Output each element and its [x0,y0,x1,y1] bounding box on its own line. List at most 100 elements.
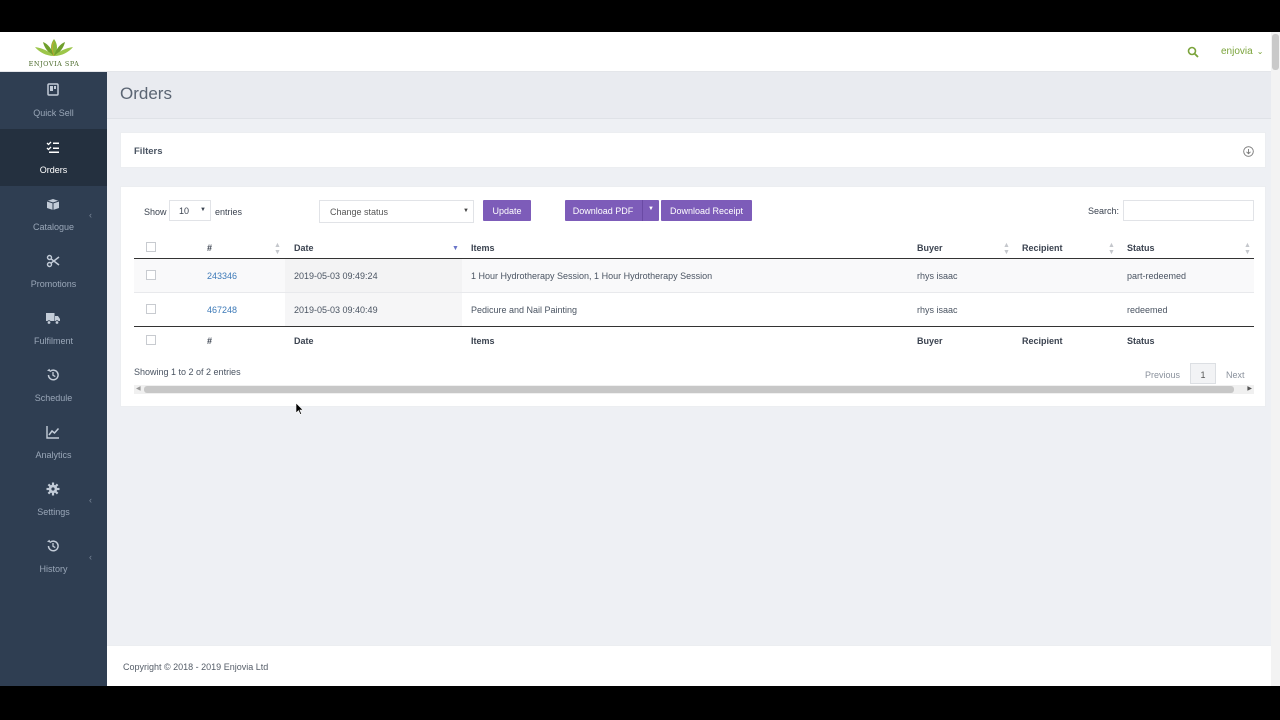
page-size-select[interactable]: 10 ▼ [169,200,211,221]
pagination-previous[interactable]: Previous [1145,370,1180,380]
order-status: redeemed [1127,305,1168,315]
sidebar-item-quick-sell[interactable]: Quick Sell [0,72,107,129]
pagination-page[interactable]: 1 [1190,363,1216,384]
sidebar-item-label: Catalogue [32,222,75,232]
user-menu[interactable]: enjovia ⌄ [1221,46,1263,57]
pagination-next[interactable]: Next [1226,370,1245,380]
column-header-buyer[interactable]: Buyer [917,243,943,253]
sidebar-item-settings[interactable]: Settings ‹ [0,471,107,528]
column-header-status[interactable]: Status [1127,243,1155,253]
filters-title: Filters [134,146,163,157]
order-date: 2019-05-03 09:40:49 [294,305,378,315]
order-buyer: rhys isaac [917,305,958,315]
sidebar-item-analytics[interactable]: Analytics [0,414,107,471]
order-id-link[interactable]: 467248 [207,305,237,315]
copyright-text: Copyright © 2018 - 2019 Enjovia Ltd [123,662,269,672]
update-button[interactable]: Update [483,200,531,221]
enjovia-spa-logo[interactable]: ENJOVIA SPA [26,36,82,70]
select-all-checkbox[interactable] [146,335,156,345]
table-header-row: # ▲ ▼ Date ▼ Items Buyer ▲ ▼ Recipient ▲ ▼ … [134,234,1254,259]
caret-down-icon[interactable]: ▼ [642,200,659,221]
download-pdf-button[interactable]: Download PDF ▼ [565,200,659,221]
box-icon [46,199,60,210]
sort-icon[interactable]: ▲ ▼ [1003,242,1010,256]
search-input[interactable] [1123,200,1254,221]
column-footer-recipient: Recipient [1022,336,1063,346]
chevron-left-icon: ‹ [89,552,92,562]
column-header-id[interactable]: # [207,243,212,253]
column-footer-id: # [207,336,213,346]
search-icon[interactable] [1187,46,1199,58]
sort-icon[interactable]: ▲ ▼ [1108,242,1115,256]
sort-icon[interactable]: ▲ ▼ [274,242,281,256]
expand-circle-icon[interactable] [1243,146,1254,157]
sidebar-item-fulfilment[interactable]: Fulfilment [0,300,107,357]
download-receipt-button[interactable]: Download Receipt [661,200,752,221]
lotus-logo-icon [35,39,73,57]
scroll-left-icon[interactable]: ◀ [136,385,141,392]
column-footer-buyer: Buyer [917,336,943,346]
sidebar-item-promotions[interactable]: Promotions [0,243,107,300]
scroll-right-icon[interactable]: ▶ [1247,385,1252,392]
top-bar: ENJOVIA SPA enjovia ⌄ [0,32,1280,72]
column-header-date[interactable]: Date [294,243,314,253]
sort-icon[interactable]: ▲ ▼ [1244,242,1251,256]
select-all-checkbox[interactable] [146,242,156,252]
chevron-left-icon: ‹ [89,210,92,220]
sidebar: Quick Sell Orders Catalogue ‹ Promotions… [0,72,107,686]
order-status: part-redeemed [1127,271,1187,281]
show-label: Show [144,207,167,217]
scrollbar-thumb[interactable] [1272,34,1279,70]
filters-panel[interactable]: Filters [120,132,1266,168]
sidebar-item-catalogue[interactable]: Catalogue ‹ [0,186,107,243]
sidebar-item-label: History [39,564,68,574]
download-pdf-label: Download PDF [572,206,634,216]
page-footer: Copyright © 2018 - 2019 Enjovia Ltd [107,645,1271,686]
order-id-link[interactable]: 243346 [207,271,237,281]
sort-desc-icon[interactable]: ▼ [452,245,459,252]
sidebar-item-label: Quick Sell [33,108,74,118]
table-horizontal-scrollbar[interactable]: ◀ ▶ [134,385,1254,394]
caret-down-icon: ▼ [463,208,469,214]
column-header-items: Items [471,243,495,253]
table-footer-row: # Date Items Buyer Recipient Status [134,327,1254,357]
sidebar-item-history[interactable]: History ‹ [0,528,107,585]
scissors-icon [46,254,60,268]
change-status-value: Change status [330,207,389,217]
row-checkbox[interactable] [146,270,156,280]
history-icon [47,368,59,381]
scrollbar-thumb[interactable] [144,386,1234,393]
sidebar-item-label: Orders [39,165,68,175]
sidebar-item-label: Promotions [30,279,77,289]
row-checkbox[interactable] [146,304,156,314]
table-row[interactable]: 243346 2019-05-03 09:49:24 1 Hour Hydrot… [134,259,1254,293]
page-size-value: 10 [179,206,190,216]
column-header-recipient[interactable]: Recipient [1022,243,1063,253]
caret-down-icon: ▼ [200,207,206,213]
table-row[interactable]: 467248 2019-05-03 09:40:49 Pedicure and … [134,293,1254,327]
orders-list-icon [46,141,59,153]
mouse-cursor-icon [296,403,304,415]
column-footer-items: Items [471,336,495,346]
app-window: ENJOVIA SPA enjovia ⌄ Quick Sell Orders C… [0,32,1280,686]
order-items: 1 Hour Hydrotherapy Session, 1 Hour Hydr… [471,271,713,281]
change-status-select[interactable]: Change status ▼ [319,200,474,223]
quick-sell-icon [47,83,59,96]
sidebar-item-schedule[interactable]: Schedule [0,357,107,414]
truck-icon [46,313,60,325]
chevron-left-icon: ‹ [89,495,92,505]
sidebar-item-orders[interactable]: Orders [0,129,107,186]
user-name: enjovia [1221,46,1253,57]
orders-panel: Show 10 ▼ entries Change status ▼ Update… [120,186,1266,407]
sidebar-item-label: Analytics [35,450,72,460]
column-footer-date: Date [294,336,314,346]
order-buyer: rhys isaac [917,271,958,281]
order-items: Pedicure and Nail Painting [471,305,578,315]
table-info: Showing 1 to 2 of 2 entries [134,367,241,377]
search-label: Search: [1088,206,1120,216]
logo-text: ENJOVIA SPA [28,60,80,68]
page-scrollbar[interactable] [1271,32,1280,686]
page-title: Orders [120,84,172,103]
sidebar-item-label: Settings [37,507,70,517]
page-header: Orders [107,72,1271,119]
